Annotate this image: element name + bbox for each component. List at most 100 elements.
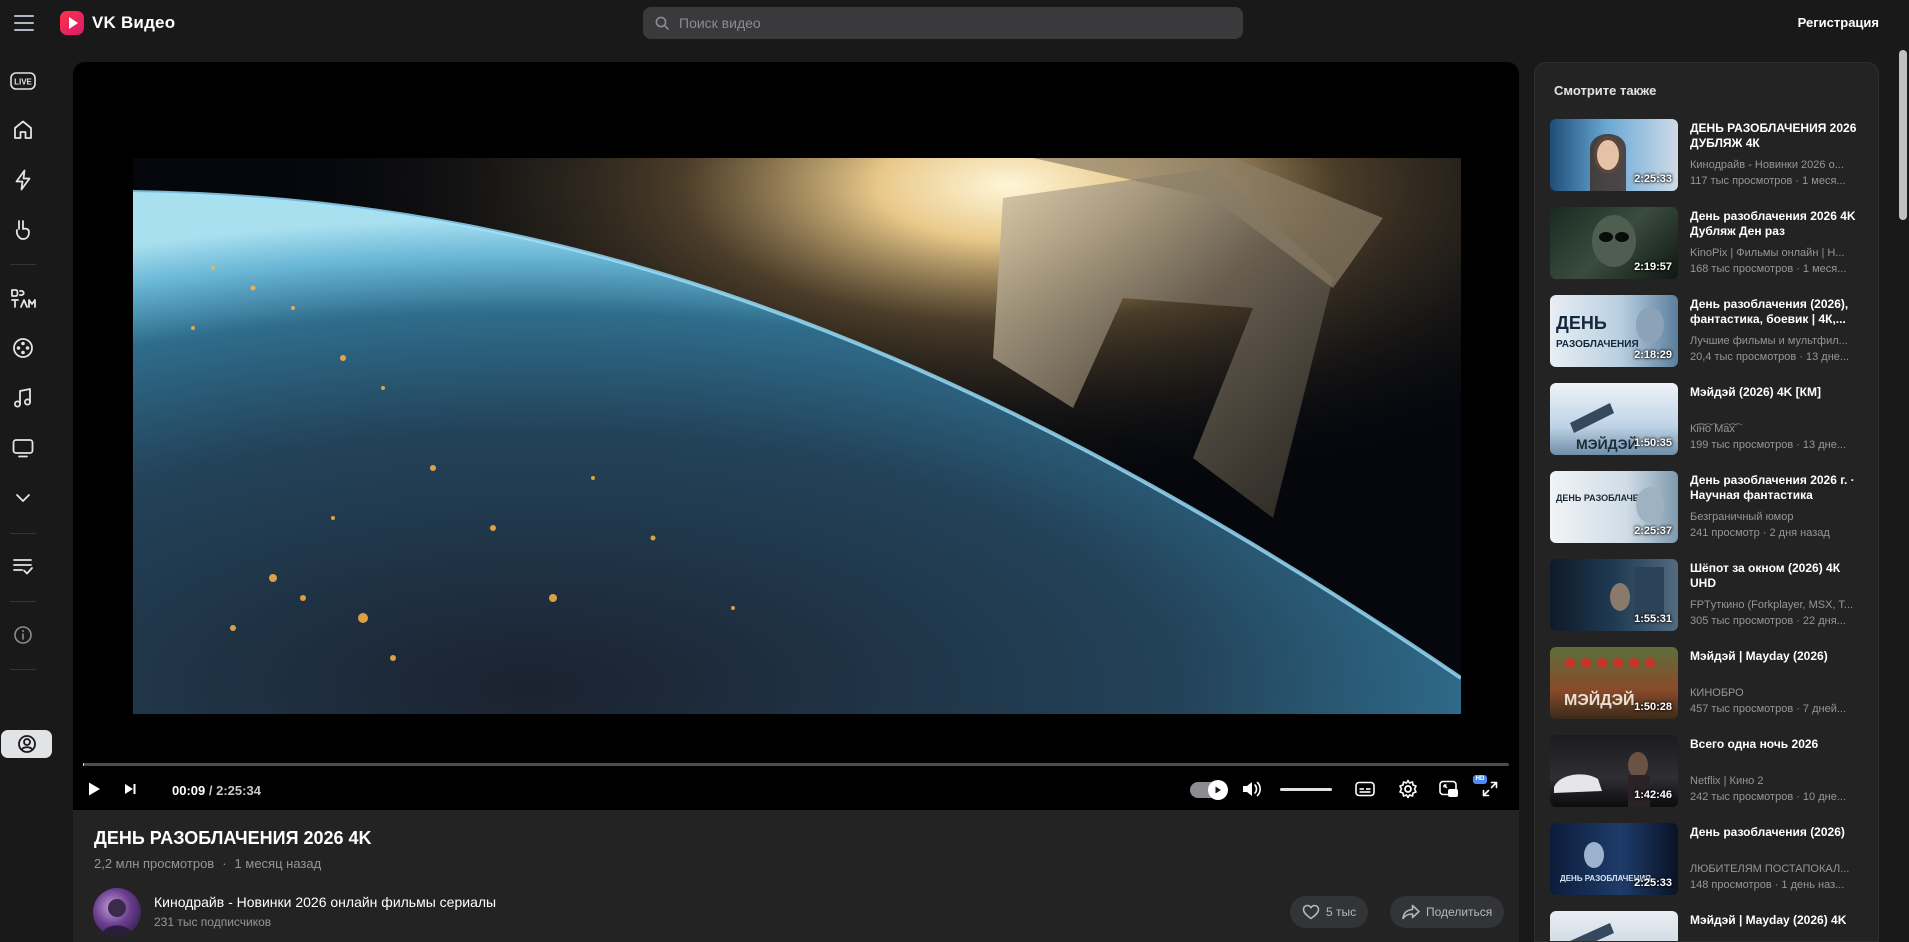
play-small-icon: [1215, 786, 1221, 794]
search-input[interactable]: [679, 15, 1219, 31]
recommendation-item[interactable]: 1:42:46 Всего одна ночь 2026 Netflix | К…: [1550, 735, 1870, 809]
vk-video-logo[interactable]: VK Видео: [60, 11, 175, 35]
channel-name[interactable]: Кинодрайв - Новинки 2026 онлайн фильмы с…: [154, 894, 496, 910]
recommendation-thumbnail: [1550, 911, 1678, 941]
nav-separator: [10, 533, 36, 534]
nav-item-kids-clips[interactable]: [0, 212, 46, 248]
subscriber-count: 231 тыс подписчиков: [154, 915, 272, 929]
nav-item-about[interactable]: [0, 617, 46, 653]
nav-item-tv[interactable]: [0, 430, 46, 466]
thumbnail-image: [1570, 923, 1614, 941]
share-button[interactable]: Поделиться: [1390, 896, 1505, 928]
app-name: VK Видео: [92, 13, 176, 32]
like-button[interactable]: 5 тыс: [1290, 896, 1369, 928]
channel-avatar[interactable]: [93, 888, 141, 936]
recommendation-title: ДЕНЬ РАЗОБЛАЧЕНИЯ 2026 ДУБЛЯЖ 4К: [1690, 121, 1857, 150]
upload-date: 1 месяц назад: [234, 856, 322, 871]
settings-button[interactable]: [1394, 776, 1422, 802]
recommendation-item[interactable]: МЭЙДЭЙ 1:50:35 Мэйдэй (2026) 4K [КМ] К͡і…: [1550, 383, 1870, 457]
fullscreen-button[interactable]: [1477, 776, 1503, 802]
recommendation-item[interactable]: ДЕНЬ РАЗОБЛАЧЕНИЯ 2:25:33 День разоблаче…: [1550, 823, 1870, 897]
video-info: ДЕНЬ РАЗОБЛАЧЕНИЯ 2026 4K 2,2 млн просмо…: [73, 810, 1519, 942]
lightning-icon: [15, 169, 31, 191]
top-header: VK Видео Регистрация: [0, 0, 1909, 46]
search-bar[interactable]: [643, 7, 1243, 39]
player-controls: 00:09 / 2:25:34 HD: [73, 768, 1519, 810]
recommendation-meta: 242 тыс просмотров · 10 дне...: [1690, 791, 1847, 803]
subtitles-button[interactable]: [1352, 776, 1378, 802]
progress-fill: [83, 763, 85, 766]
nav-item-playlists[interactable]: [0, 548, 46, 584]
play-button[interactable]: [81, 776, 107, 802]
profile-icon: [17, 735, 36, 753]
subtitles-icon: [1355, 781, 1375, 797]
gear-icon: [1399, 779, 1417, 799]
page-scrollbar[interactable]: [1899, 50, 1907, 220]
recommendation-channel: FPTуткино (Forkplayer, MSX, T...: [1690, 599, 1854, 611]
recommendation-item[interactable]: ДЕНЬ РАЗОБЛАЧЕНИЯ 2:25:37 День разоблаче…: [1550, 471, 1870, 545]
nav-item-home[interactable]: [0, 112, 46, 148]
volume-button[interactable]: [1239, 776, 1265, 802]
duration-badge: 2:25:37: [1634, 525, 1672, 537]
recommendation-item[interactable]: Мэйдэй | Mayday (2026) 4K: [1550, 911, 1870, 941]
nav-item-profile[interactable]: [1, 730, 52, 758]
time-display: 00:09 / 2:25:34: [172, 783, 261, 798]
recommendation-thumbnail: 1:55:31: [1550, 559, 1678, 631]
nav-item-live[interactable]: LIVE: [0, 63, 46, 99]
recommendation-title: Мэйдэй (2026) 4K [КМ]: [1690, 385, 1821, 399]
video-frame[interactable]: [133, 158, 1461, 714]
recommendation-item[interactable]: 2:19:57 День разоблачения 2026 4K Дубляж…: [1550, 207, 1870, 281]
duration-badge: 1:42:46: [1634, 789, 1672, 801]
recommendation-meta: 117 тыс просмотров · 1 меся...: [1690, 175, 1846, 187]
recommendation-item[interactable]: 2:25:33 ДЕНЬ РАЗОБЛАЧЕНИЯ 2026 ДУБЛЯЖ 4К…: [1550, 119, 1870, 193]
svg-text:LIVE: LIVE: [14, 78, 32, 87]
recommendation-thumbnail: 2:25:33: [1550, 119, 1678, 191]
volume-slider[interactable]: [1280, 788, 1332, 791]
recommendations-title: Смотрите также: [1554, 83, 1657, 98]
duration-badge: 1:50:28: [1634, 701, 1672, 713]
next-button[interactable]: [117, 776, 143, 802]
video-player[interactable]: 00:09 / 2:25:34 HD: [73, 62, 1519, 810]
autoplay-toggle[interactable]: [1190, 780, 1228, 800]
recommendation-item[interactable]: 1:55:31 Шёпот за окном (2026) 4К UHD FPT…: [1550, 559, 1870, 633]
nav-separator: [10, 601, 36, 602]
home-icon: [14, 120, 32, 139]
recommendation-channel: Лучшие фильмы и мультфил...: [1690, 335, 1848, 347]
pip-button[interactable]: [1436, 776, 1462, 802]
video-title: ДЕНЬ РАЗОБЛАЧЕНИЯ 2026 4K: [94, 828, 372, 848]
detyam-icon: [11, 289, 36, 308]
recommendation-thumbnail: ДЕНЬ РАЗОБЛАЧЕНИЯ 2:25:37: [1550, 471, 1678, 543]
svg-text:МЭЙДЭЙ: МЭЙДЭЙ: [1564, 690, 1635, 709]
nav-item-more[interactable]: [0, 480, 46, 516]
recommendation-channel: Кинодрайв - Новинки 2026 о...: [1690, 159, 1844, 171]
playlist-icon: [13, 559, 33, 575]
meta-dot: ·: [222, 856, 227, 871]
svg-text:ДЕНЬ: ДЕНЬ: [1556, 313, 1607, 333]
vk-video-logo-icon: [60, 11, 84, 35]
info-icon: [14, 626, 32, 644]
fullscreen-icon: [1482, 781, 1498, 797]
nav-item-music[interactable]: [0, 380, 46, 416]
recommendation-item[interactable]: ДЕНЬ РАЗОБЛАЧЕНИЯ 2:18:29 День разоблачен…: [1550, 295, 1870, 369]
duration-badge: 2:19:57: [1634, 261, 1672, 273]
nav-item-shorts[interactable]: [0, 162, 46, 198]
tv-icon: [12, 439, 34, 458]
autoplay-toggle-knob: [1208, 780, 1228, 800]
nav-item-movies[interactable]: [0, 330, 46, 366]
nav-item-kids[interactable]: [0, 280, 46, 316]
share-icon: [1402, 904, 1420, 920]
progress-bar[interactable]: [83, 763, 1509, 766]
menu-burger-icon[interactable]: [12, 12, 36, 34]
recommendation-thumbnail: 2:19:57: [1550, 207, 1678, 279]
recommendation-item[interactable]: МЭЙДЭЙ 1:50:28 Мэйдэй | Mayday (2026) КИ…: [1550, 647, 1870, 721]
recommendation-meta: 168 тыс просмотров · 1 меся...: [1690, 263, 1847, 275]
recommendation-thumbnail: ДЕНЬ РАЗОБЛАЧЕНИЯ 2:18:29: [1550, 295, 1678, 367]
video-frame-earth-image: [133, 158, 1461, 714]
total-time: 2:25:34: [216, 783, 261, 798]
duration-badge: 2:18:29: [1634, 349, 1672, 361]
register-button[interactable]: Регистрация: [1798, 15, 1879, 30]
recommendation-title: День разоблачения (2026), фантастика, бо…: [1690, 297, 1849, 326]
recommendation-title: День разоблачения 2026 г. · Научная фант…: [1690, 473, 1855, 502]
search-icon: [655, 16, 669, 30]
current-time: 00:09: [172, 783, 206, 798]
